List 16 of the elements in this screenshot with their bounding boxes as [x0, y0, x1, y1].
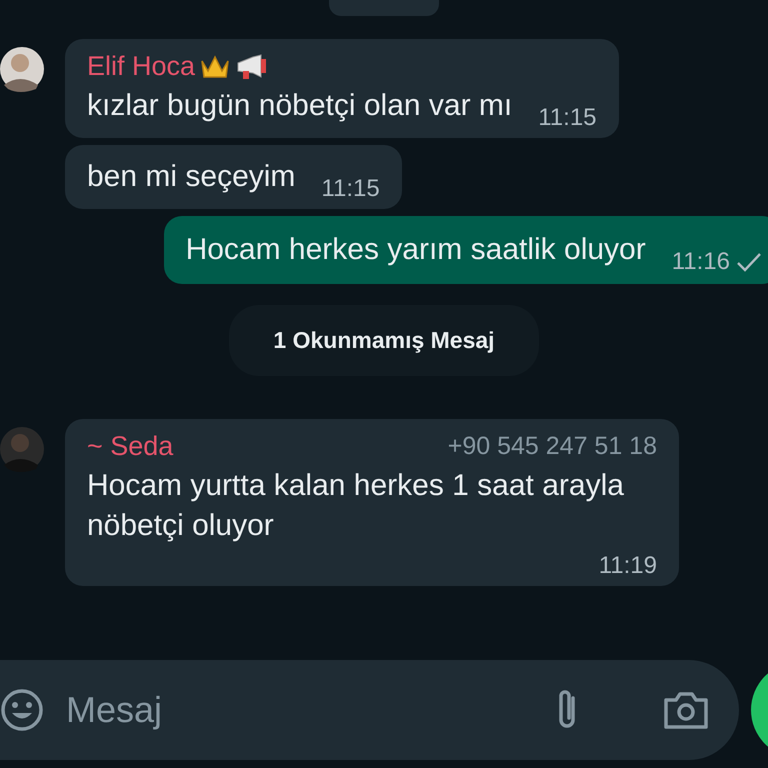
message-time: 11:19: [598, 552, 657, 580]
phone-number: +90 545 247 51 18: [448, 432, 657, 461]
message-text: kızlar bugün nöbetçi olan var mı: [87, 88, 512, 124]
message-text: Hocam herkes yarım saatlik oluyor: [186, 232, 646, 268]
unread-divider: 1 Okunmamış Mesaj: [229, 305, 539, 376]
message-input[interactable]: Mesaj: [64, 688, 533, 732]
emoji-icon[interactable]: [0, 688, 44, 732]
message-time: 11:15: [321, 175, 380, 203]
message-field[interactable]: Mesaj: [0, 660, 739, 760]
message-text: ben mi seçeyim: [87, 159, 296, 195]
message-time: 11:16: [672, 248, 730, 276]
message-text: Hocam yurtta kalan herkes 1 saat arayla nöbetçi oluyor: [87, 468, 625, 544]
camera-icon[interactable]: [663, 690, 709, 730]
sender-name[interactable]: Elif Hoca: [87, 51, 196, 82]
message-time: 11:15: [538, 104, 597, 132]
sender-name[interactable]: ~ Seda: [87, 431, 174, 462]
